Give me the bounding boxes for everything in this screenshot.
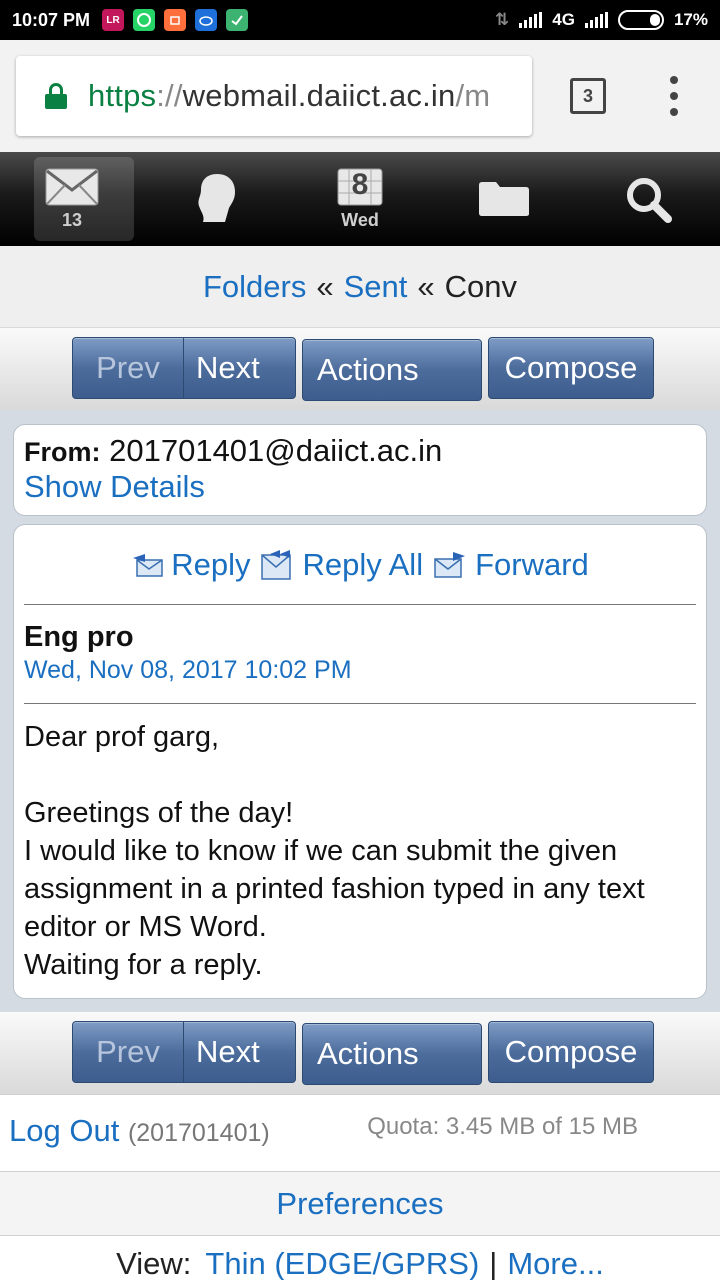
forward-icon (434, 551, 466, 578)
actions-button[interactable]: Actions (302, 1023, 482, 1085)
breadcrumb-separator: « (417, 268, 435, 304)
message-body: Dear prof garg, Greetings of the day! I … (24, 721, 645, 981)
reply-all-label: Reply All (302, 546, 424, 582)
status-bar: 10:07 PM LR ⇅ 4G 17% (0, 0, 720, 40)
reply-link[interactable]: Reply (131, 547, 250, 583)
breadcrumb-current: Conv (444, 268, 518, 304)
message-nav-top: Prev Next Actions Compose (0, 328, 720, 410)
wechat-icon (226, 9, 249, 31)
lr-app-icon: LR (102, 9, 125, 31)
breadcrumb-folders-link[interactable]: Folders (203, 269, 306, 305)
search-icon (627, 178, 672, 223)
view-separator: | (489, 1246, 498, 1280)
tab-switcher-button[interactable]: 3 (570, 78, 606, 114)
breadcrumb-separator: « (316, 268, 334, 304)
actions-button[interactable]: Actions (302, 339, 482, 401)
url-bar[interactable]: https://webmail.daiict.ac.in/m (16, 56, 532, 136)
prev-button[interactable]: Prev (72, 1021, 184, 1083)
whatsapp-icon (133, 9, 156, 31)
url-path: /m (455, 78, 491, 113)
message-body-card: Reply Reply All Forward Eng pro Wed, Nov… (13, 524, 707, 999)
forward-label: Forward (475, 546, 589, 582)
message-area: From: 201701401@daiict.ac.in Show Detail… (0, 410, 720, 1012)
from-address: 201701401@daiict.ac.in (109, 433, 443, 468)
toolbar-mail[interactable]: 13 (0, 152, 144, 246)
toolbar-contacts[interactable] (144, 152, 288, 246)
toolbar-folders[interactable] (432, 152, 576, 246)
preferences-link[interactable]: Preferences (276, 1186, 443, 1222)
mail-icon (45, 168, 99, 205)
signal-icon (519, 12, 543, 28)
url-scheme: https (88, 78, 157, 113)
reply-icon (133, 553, 163, 577)
message-actions: Reply Reply All Forward (24, 525, 696, 605)
lock-icon (44, 83, 68, 109)
preferences-row: Preferences (0, 1172, 720, 1236)
url-host: webmail.daiict.ac.in (182, 78, 456, 113)
message-header-card: From: 201701401@daiict.ac.in Show Detail… (13, 424, 707, 516)
show-details-link[interactable]: Show Details (24, 469, 696, 505)
message-date: Wed, Nov 08, 2017 10:02 PM (24, 656, 696, 704)
view-more-link[interactable]: More... (507, 1246, 603, 1280)
app-toolbar: 13 8 Wed (0, 152, 720, 246)
cloud-icon (195, 9, 218, 31)
breadcrumb: Folders « Sent « Conv (0, 246, 720, 328)
message-nav-bottom: Prev Next Actions Compose (0, 1012, 720, 1094)
compose-button[interactable]: Compose (488, 337, 654, 399)
battery-percent: 17% (673, 10, 708, 29)
quota-text: Quota: 3.45 MB of 15 MB (367, 1113, 638, 1140)
forward-link[interactable]: Forward (433, 547, 589, 583)
account-footer: Log Out (201701401) Quota: 3.45 MB of 15… (0, 1094, 720, 1172)
reply-label: Reply (171, 546, 251, 582)
next-button[interactable]: Next (183, 1021, 296, 1083)
toolbar-search[interactable] (576, 152, 720, 246)
view-row: View: Thin (EDGE/GPRS) | More... (0, 1236, 720, 1280)
logout-line: Log Out (201701401) (9, 1113, 270, 1149)
url-text[interactable]: https://webmail.daiict.ac.in/m (88, 78, 490, 114)
signal-icon-2 (584, 12, 608, 28)
reply-all-link[interactable]: Reply All (260, 547, 423, 583)
calendar-day-number: 8 (351, 168, 369, 201)
view-label: View: (116, 1246, 192, 1280)
data-transfer-icon: ⇅ (495, 10, 510, 29)
breadcrumb-sent-link[interactable]: Sent (344, 269, 408, 305)
mail-count: 13 (61, 209, 83, 230)
message-subject: Eng pro (24, 621, 134, 653)
contact-icon (198, 174, 235, 222)
from-line: From: 201701401@daiict.ac.in (24, 433, 696, 469)
compose-button[interactable]: Compose (488, 1021, 654, 1083)
folder-icon (479, 182, 529, 216)
prev-button[interactable]: Prev (72, 337, 184, 399)
toolbar-calendar[interactable]: 8 Wed (288, 152, 432, 246)
view-thin-link[interactable]: Thin (EDGE/GPRS) (205, 1246, 479, 1280)
overflow-menu-icon[interactable] (664, 76, 684, 116)
reply-all-icon (261, 549, 292, 580)
mi-store-icon (164, 9, 187, 31)
from-label: From: (24, 437, 101, 467)
next-button[interactable]: Next (183, 337, 296, 399)
network-type: 4G (552, 10, 575, 29)
url-separator: :// (156, 78, 183, 113)
battery-icon (617, 10, 664, 30)
calendar-label: Wed (341, 209, 379, 230)
browser-chrome: https://webmail.daiict.ac.in/m 3 (0, 40, 720, 152)
status-time: 10:07 PM (12, 9, 91, 30)
user-id: (201701401) (127, 1119, 270, 1147)
logout-link[interactable]: Log Out (9, 1113, 119, 1148)
